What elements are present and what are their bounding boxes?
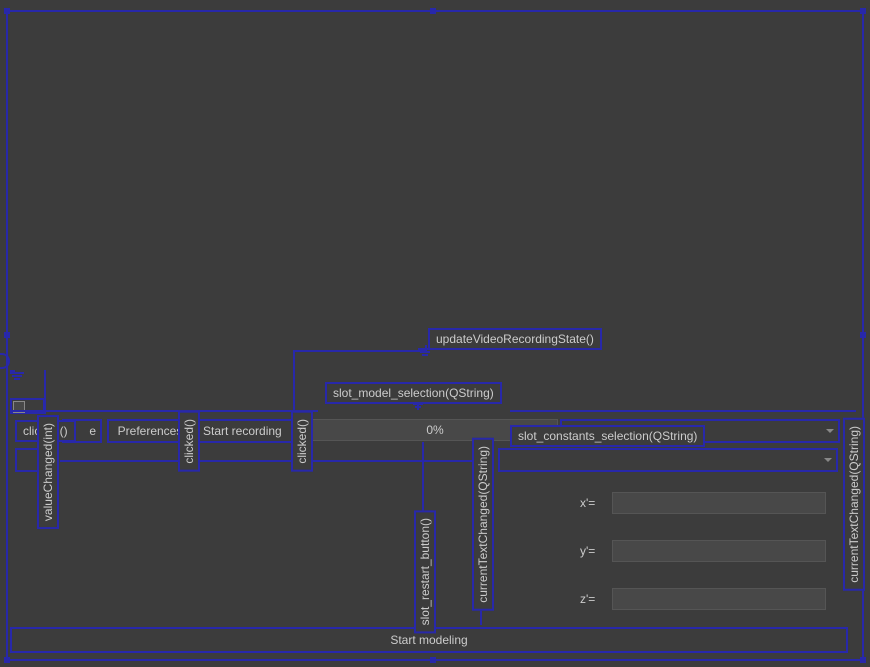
signal-label-model-selection[interactable]: slot_model_selection(QString) xyxy=(325,382,502,404)
wire xyxy=(510,410,856,412)
lineedit-y[interactable] xyxy=(612,540,826,562)
resize-handle[interactable] xyxy=(4,8,10,14)
resize-handle[interactable] xyxy=(4,657,10,663)
combo-constants[interactable] xyxy=(498,448,838,472)
wire xyxy=(60,460,480,462)
signal-label-current-text-changed[interactable]: currentTextChanged(QString) xyxy=(843,418,865,591)
wire xyxy=(293,350,427,352)
signal-label-clicked[interactable]: clicked() xyxy=(291,411,313,472)
resize-handle[interactable] xyxy=(860,657,866,663)
resize-handle[interactable] xyxy=(4,332,10,338)
signal-label-value-changed[interactable]: valueChanged(int) xyxy=(37,415,59,529)
lineedit-x[interactable] xyxy=(612,492,826,514)
resize-handle[interactable] xyxy=(860,8,866,14)
chevron-down-icon xyxy=(824,458,832,462)
label-x: x'= xyxy=(580,496,595,510)
resize-handle[interactable] xyxy=(430,657,436,663)
signal-label-restart-button[interactable]: slot_restart_button() xyxy=(414,510,436,633)
signal-label-current-text-changed[interactable]: currentTextChanged(QString) xyxy=(472,438,494,611)
wire xyxy=(44,370,46,414)
signal-label-clicked[interactable]: clicked() xyxy=(178,411,200,472)
wire xyxy=(10,410,318,412)
lineedit-z[interactable] xyxy=(612,588,826,610)
chevron-down-icon xyxy=(826,429,834,433)
resize-handle[interactable] xyxy=(430,8,436,14)
label-y: y'= xyxy=(580,544,595,558)
label-z: z'= xyxy=(580,592,595,606)
resize-handle[interactable] xyxy=(860,332,866,338)
signal-label-update-video[interactable]: updateVideoRecordingState() xyxy=(428,328,602,350)
signal-label-constants-selection[interactable]: slot_constants_selection(QString) xyxy=(510,425,705,447)
